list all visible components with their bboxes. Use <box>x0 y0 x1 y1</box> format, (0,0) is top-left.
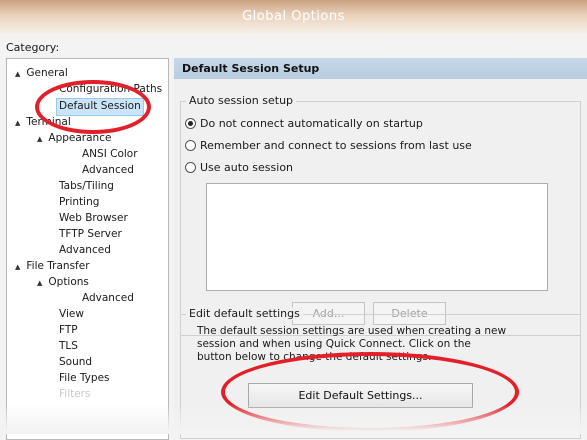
radio-unchecked-icon[interactable] <box>185 162 196 173</box>
description-line: session and when using Quick Connect. Cl… <box>197 338 471 350</box>
panel-header: Default Session Setup <box>174 58 587 79</box>
tree-item-printing[interactable]: Printing <box>59 194 99 210</box>
tree-item-general[interactable]: ▲ General <box>15 65 68 81</box>
description-line: button below to change the default setti… <box>197 351 432 363</box>
expand-arrow-icon[interactable]: ▲ <box>37 279 42 287</box>
radio-do-not-connect[interactable]: Do not connect automatically on startup <box>185 116 423 132</box>
tree-item-file-types[interactable]: File Types <box>59 370 110 386</box>
expand-arrow-icon[interactable]: ▲ <box>37 135 42 143</box>
tree-item-filters[interactable]: Filters <box>59 386 90 402</box>
expand-arrow-icon[interactable]: ▲ <box>15 70 20 78</box>
tree-item-view[interactable]: View <box>59 306 84 322</box>
edit-default-settings-button[interactable]: Edit Default Settings... <box>248 383 473 408</box>
tree-item-sound[interactable]: Sound <box>59 354 92 370</box>
tree-item-tabs-tiling[interactable]: Tabs/Tiling <box>59 178 114 194</box>
radio-use-auto-session[interactable]: Use auto session <box>185 160 293 176</box>
tree-item-terminal-advanced[interactable]: Advanced <box>59 242 111 258</box>
tree-item-tftp-server[interactable]: TFTP Server <box>59 226 122 242</box>
tree-item-appearance-advanced[interactable]: Advanced <box>82 162 134 178</box>
radio-remember-sessions[interactable]: Remember and connect to sessions from la… <box>185 138 472 154</box>
tree-item-ftp[interactable]: FTP <box>59 322 78 338</box>
radio-checked-icon[interactable] <box>185 118 196 129</box>
auto-session-list[interactable] <box>206 183 548 291</box>
description-line: The default session settings are used wh… <box>197 325 507 337</box>
category-label: Category: <box>6 41 60 54</box>
tree-item-terminal[interactable]: ▲ Terminal <box>15 114 71 130</box>
tree-item-appearance[interactable]: ▲ Appearance <box>37 130 111 146</box>
tree-item-options-advanced[interactable]: Advanced <box>82 290 134 306</box>
auto-session-group: Auto session setup Do not connect automa… <box>180 94 581 336</box>
edit-defaults-group-title: Edit default settings <box>186 307 303 320</box>
tree-item-configuration-paths[interactable]: Configuration Paths <box>59 81 162 97</box>
tree-item-file-transfer[interactable]: ▲ File Transfer <box>15 258 90 274</box>
window-title: Global Options <box>242 9 345 24</box>
expand-arrow-icon[interactable]: ▲ <box>15 263 20 271</box>
auto-session-group-title: Auto session setup <box>186 94 297 107</box>
edit-defaults-description: The default session settings are used wh… <box>197 325 572 369</box>
window-title-bar: Global Options <box>0 0 587 34</box>
tree-item-tls[interactable]: TLS <box>59 338 78 354</box>
expand-arrow-icon[interactable]: ▲ <box>15 119 20 127</box>
radio-unchecked-icon[interactable] <box>185 140 196 151</box>
settings-panel: Default Session Setup Auto session setup… <box>174 58 587 439</box>
tree-item-web-browser[interactable]: Web Browser <box>59 210 128 226</box>
category-tree[interactable]: ▲ General Configuration Paths Default Ses… <box>6 58 169 440</box>
tree-item-ansi-color[interactable]: ANSI Color <box>82 146 138 162</box>
edit-default-settings-group: Edit default settings The default sessio… <box>180 307 581 439</box>
tree-item-options[interactable]: ▲ Options <box>37 274 89 290</box>
